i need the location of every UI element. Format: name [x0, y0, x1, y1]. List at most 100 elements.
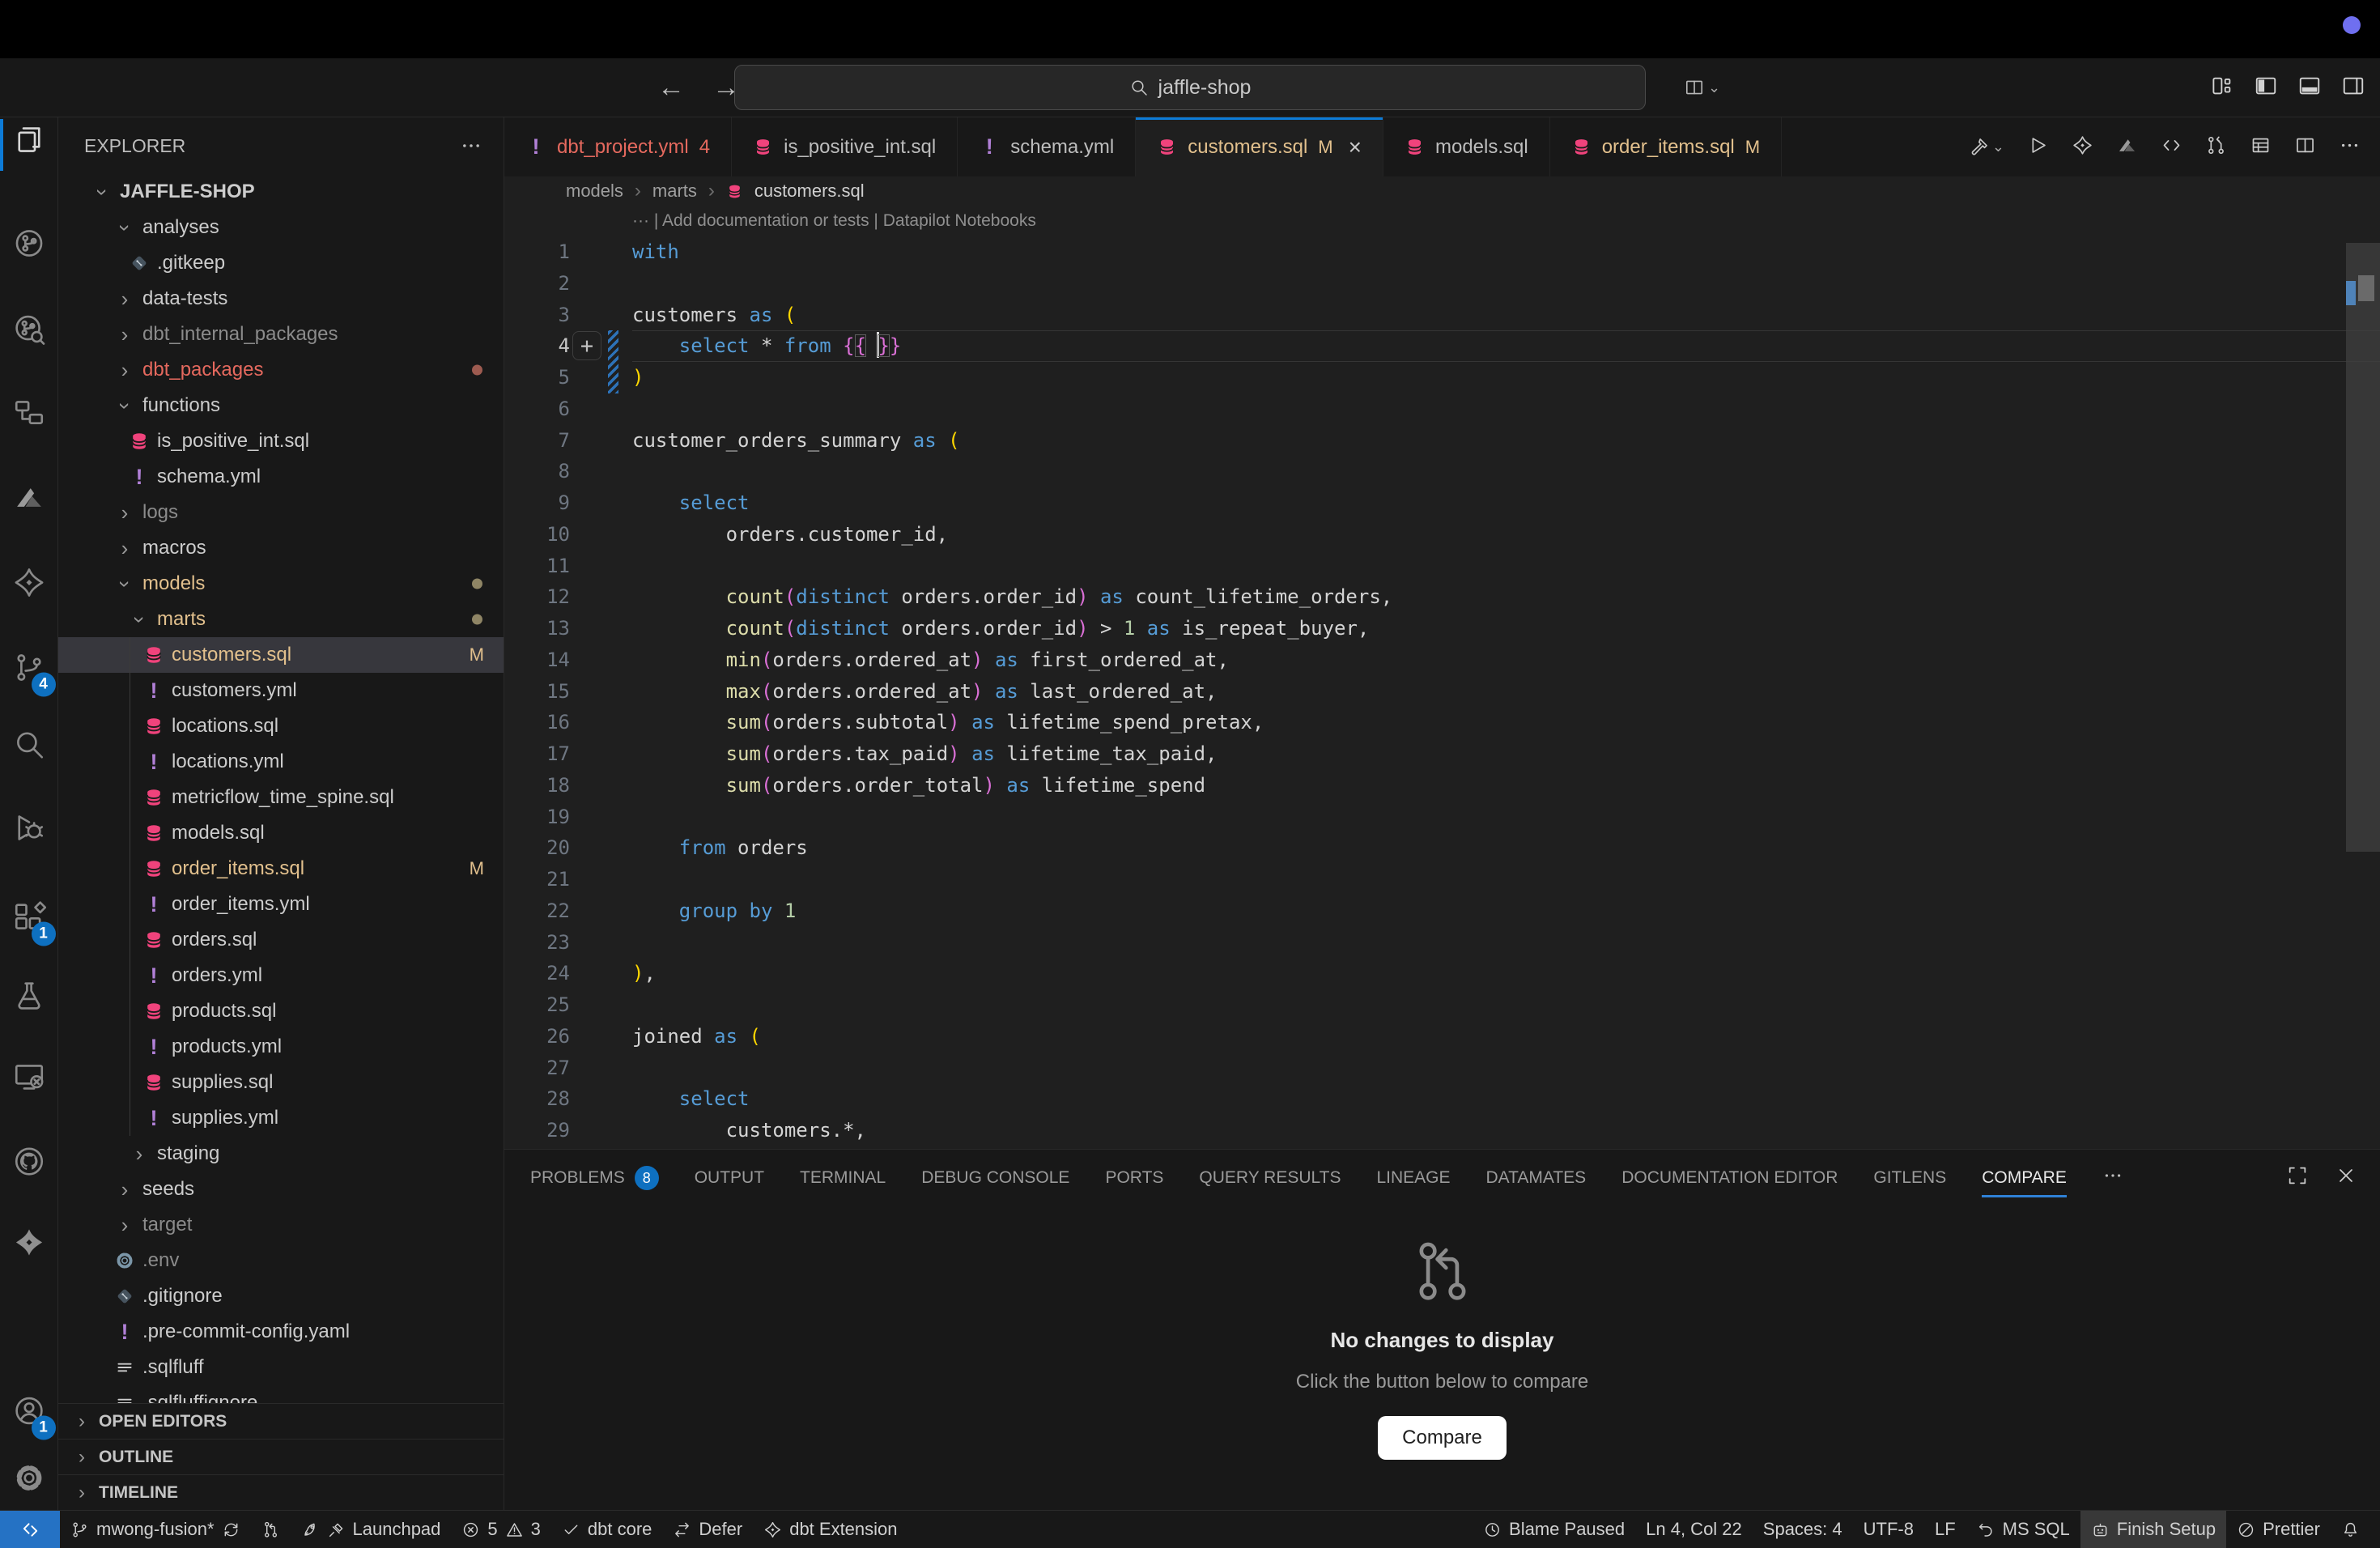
- tree-file-.gitkeep[interactable]: .gitkeep: [58, 245, 504, 281]
- tree-file-metricflow-time-spine.sql[interactable]: metricflow_time_spine.sql: [58, 780, 504, 815]
- activity-gitlens-inspect[interactable]: [12, 313, 46, 351]
- code-line-19[interactable]: 19: [504, 802, 2380, 833]
- toggle-secondary-sidebar-button[interactable]: [2341, 74, 2365, 102]
- status-dbt-extension[interactable]: dbt Extension: [753, 1511, 907, 1548]
- editor-scrollbar[interactable]: [2346, 236, 2380, 1149]
- status-launchpad[interactable]: Launchpad: [291, 1511, 452, 1548]
- activity-datapilot[interactable]: [12, 481, 46, 519]
- status-cursor-position[interactable]: Ln 4, Col 22: [1635, 1511, 1753, 1548]
- code-line-9[interactable]: 9 select: [504, 487, 2380, 519]
- status-notifications[interactable]: [2331, 1511, 2370, 1548]
- tree-file-order-items.yml[interactable]: !order_items.yml: [58, 887, 504, 922]
- back-arrow-icon[interactable]: ←: [657, 72, 685, 104]
- code-line-7[interactable]: 7customer_orders_summary as (: [504, 425, 2380, 457]
- tree-file-.pre-commit-config.yaml[interactable]: !.pre-commit-config.yaml: [58, 1314, 504, 1350]
- add-line-widget[interactable]: +: [572, 331, 601, 360]
- tab-models.sql[interactable]: models.sql: [1383, 117, 1550, 176]
- compare-button[interactable]: Compare: [1378, 1416, 1507, 1460]
- tree-file-customers.yml[interactable]: !customers.yml: [58, 673, 504, 708]
- tree-folder-models[interactable]: ›models: [58, 566, 504, 602]
- tree-file-orders.yml[interactable]: !orders.yml: [58, 958, 504, 993]
- status-problems-summary[interactable]: 53: [451, 1511, 551, 1548]
- activity-extensions[interactable]: 1: [12, 900, 46, 938]
- tab-is-positive-int.sql[interactable]: is_positive_int.sql: [732, 117, 958, 176]
- sidebar-section-outline[interactable]: ›OUTLINE: [58, 1439, 504, 1474]
- more-actions-button[interactable]: [2339, 134, 2361, 160]
- code-line-3[interactable]: 3customers as (: [504, 300, 2380, 331]
- activity-lineage[interactable]: [12, 396, 46, 434]
- compile-code-button[interactable]: [2161, 134, 2182, 160]
- panel-tab-ports[interactable]: PORTS: [1105, 1150, 1163, 1206]
- code-line-11[interactable]: 11: [504, 551, 2380, 582]
- tree-folder-dbt-internal-packages[interactable]: ›dbt_internal_packages: [58, 317, 504, 352]
- close-panel-button[interactable]: [2335, 1164, 2357, 1192]
- dbt-action-button[interactable]: [2072, 134, 2093, 160]
- panel-tab-lineage[interactable]: LINEAGE: [1376, 1150, 1450, 1206]
- tab-dbt-project.yml[interactable]: !dbt_project.yml4: [504, 117, 732, 176]
- scrollbar-slider[interactable]: [2346, 243, 2380, 852]
- datapilot-action-button[interactable]: [2116, 134, 2138, 160]
- code-line-21[interactable]: 21: [504, 864, 2380, 895]
- tree-folder-analyses[interactable]: ›analyses: [58, 210, 504, 245]
- build-button[interactable]: ⌄: [1968, 136, 2004, 158]
- activity-source-control[interactable]: 4: [12, 651, 46, 689]
- panel-tab-gitlens[interactable]: GITLENS: [1873, 1150, 1946, 1206]
- panel-tab-output[interactable]: OUTPUT: [695, 1150, 764, 1206]
- tree-file-.sqlfluff[interactable]: .sqlfluff: [58, 1350, 504, 1385]
- code-line-10[interactable]: 10 orders.customer_id,: [504, 519, 2380, 551]
- status-encoding[interactable]: UTF-8: [1853, 1511, 1924, 1548]
- activity-run-debug[interactable]: [12, 811, 46, 849]
- tree-file-.gitignore[interactable]: .gitignore: [58, 1278, 504, 1314]
- codelens-actions[interactable]: ··· | Add documentation or tests | Datap…: [504, 206, 2380, 236]
- tab-schema.yml[interactable]: !schema.yml: [958, 117, 1136, 176]
- code-line-15[interactable]: 15 max(orders.ordered_at) as last_ordere…: [504, 676, 2380, 708]
- status-remote-indicator[interactable]: [0, 1511, 60, 1548]
- code-line-1[interactable]: 1with: [504, 236, 2380, 268]
- tree-folder-macros[interactable]: ›macros: [58, 530, 504, 566]
- panel-tab-documentation-editor[interactable]: DOCUMENTATION EDITOR: [1621, 1150, 1838, 1206]
- code-line-24[interactable]: 24),: [504, 958, 2380, 989]
- tree-folder-target[interactable]: ›target: [58, 1207, 504, 1243]
- code-line-13[interactable]: 13 count(distinct orders.order_id) > 1 a…: [504, 613, 2380, 644]
- status-git-branch[interactable]: mwong-fusion*: [60, 1511, 251, 1548]
- status-blame[interactable]: Blame Paused: [1473, 1511, 1635, 1548]
- code-line-27[interactable]: 27: [504, 1053, 2380, 1084]
- run-button[interactable]: [2027, 134, 2049, 160]
- toggle-primary-sidebar-button[interactable]: [2254, 74, 2278, 102]
- code-line-26[interactable]: 26joined as (: [504, 1021, 2380, 1053]
- tree-folder-marts[interactable]: ›marts: [58, 602, 504, 637]
- breadcrumb-file[interactable]: customers.sql: [754, 181, 865, 202]
- maximize-panel-button[interactable]: [2286, 1164, 2309, 1192]
- status-dbt-core[interactable]: dbt core: [551, 1511, 663, 1548]
- tree-file-products.sql[interactable]: products.sql: [58, 993, 504, 1029]
- breadcrumb-item[interactable]: marts: [652, 181, 697, 202]
- tree-file-customers.sql[interactable]: customers.sqlM: [58, 637, 504, 673]
- tree-file-models.sql[interactable]: models.sql: [58, 815, 504, 851]
- code-line-16[interactable]: 16 sum(orders.subtotal) as lifetime_spen…: [504, 707, 2380, 738]
- code-editor[interactable]: ··· | Add documentation or tests | Datap…: [504, 206, 2380, 1149]
- tree-file-products.yml[interactable]: !products.yml: [58, 1029, 504, 1065]
- customize-layout-button[interactable]: [2210, 74, 2234, 102]
- activity-dbt-alt[interactable]: [12, 1226, 46, 1264]
- status-prettier[interactable]: Prettier: [2226, 1511, 2331, 1548]
- tree-file-orders.sql[interactable]: orders.sql: [58, 922, 504, 958]
- breadcrumb-item[interactable]: models: [566, 181, 623, 202]
- tree-file-locations.sql[interactable]: locations.sql: [58, 708, 504, 744]
- code-line-12[interactable]: 12 count(distinct orders.order_id) as co…: [504, 581, 2380, 613]
- code-line-20[interactable]: 20 from orders: [504, 832, 2380, 864]
- code-line-5[interactable]: 5): [504, 362, 2380, 393]
- activity-search[interactable]: [12, 728, 46, 766]
- command-center-search[interactable]: jaffle-shop: [734, 65, 1646, 110]
- panel-tab-datamates[interactable]: DATAMATES: [1486, 1150, 1587, 1206]
- activity-testing[interactable]: [12, 979, 46, 1017]
- code-line-23[interactable]: 23: [504, 927, 2380, 959]
- activity-settings[interactable]: [12, 1461, 46, 1499]
- code-line-25[interactable]: 25: [504, 989, 2380, 1021]
- code-line-18[interactable]: 18 sum(orders.order_total) as lifetime_s…: [504, 770, 2380, 802]
- status-indentation[interactable]: Spaces: 4: [1753, 1511, 1853, 1548]
- tree-file-.sqlfluffignore[interactable]: .sqlfluffignore: [58, 1385, 504, 1403]
- code-line-29[interactable]: 29 customers.*,: [504, 1115, 2380, 1146]
- status-finish-setup[interactable]: Finish Setup: [2080, 1511, 2226, 1548]
- tree-folder-dbt-packages[interactable]: ›dbt_packages: [58, 352, 504, 388]
- activity-dbt-power-user[interactable]: [12, 227, 46, 265]
